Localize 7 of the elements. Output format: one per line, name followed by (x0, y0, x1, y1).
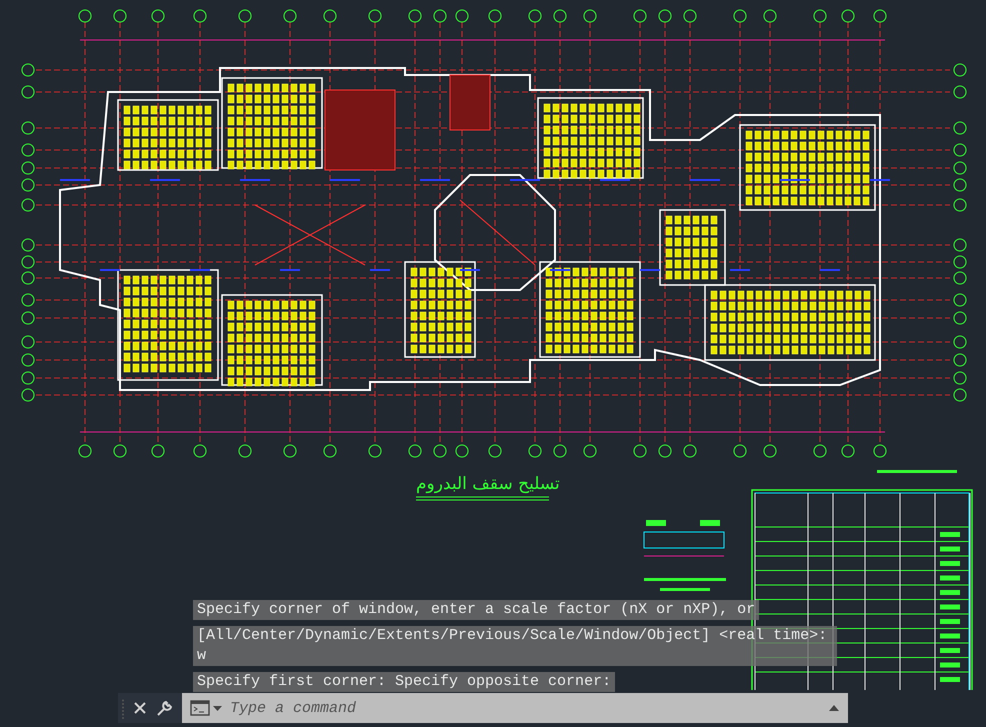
grip-icon[interactable] (120, 697, 126, 719)
drawing-title: تسليح سقف البدروم (416, 474, 560, 494)
close-button[interactable] (132, 700, 148, 716)
command-input-field[interactable]: Type a command (228, 698, 824, 718)
command-prompt-icon[interactable] (190, 700, 224, 716)
caret-up-icon[interactable] (828, 704, 840, 712)
command-line-field[interactable]: Type a command (182, 693, 848, 723)
